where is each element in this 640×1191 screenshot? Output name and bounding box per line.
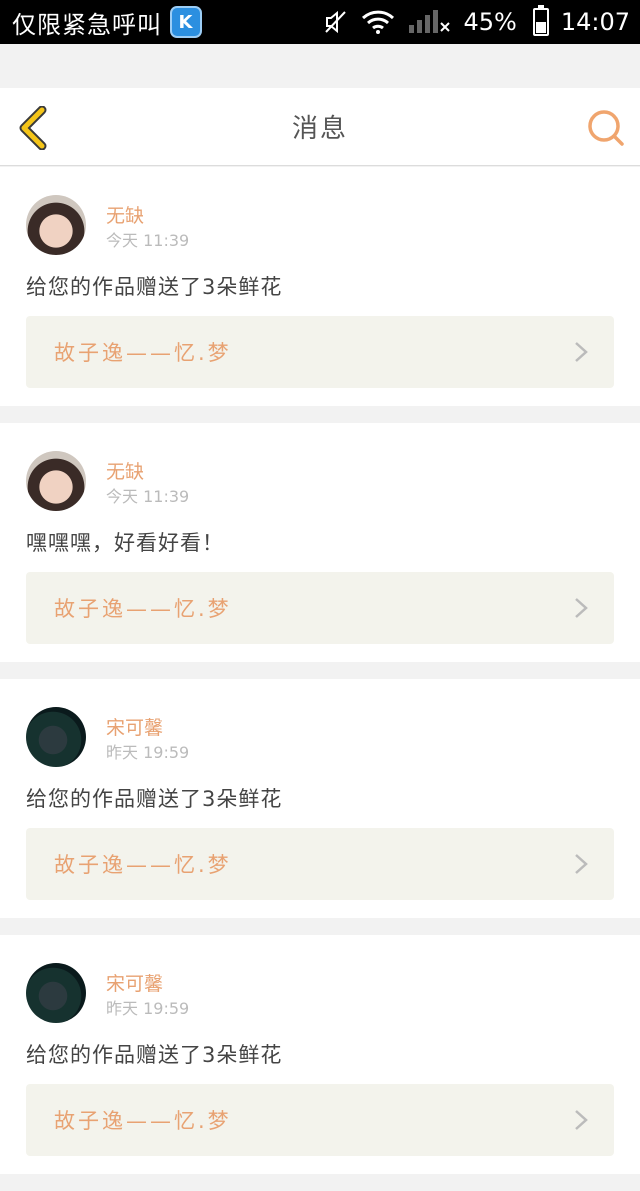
message-time: 今天 11:39: [106, 231, 190, 250]
carrier-text: 仅限紧急呼叫: [12, 10, 162, 39]
work-title: 故子逸——忆.梦: [54, 1109, 232, 1133]
chevron-right-icon: [575, 1110, 588, 1130]
search-icon: [588, 110, 624, 146]
work-link[interactable]: 故子逸——忆.梦: [26, 1084, 614, 1156]
chevron-right-icon: [575, 342, 588, 362]
signal-icon: [407, 9, 451, 35]
message-text: 嘿嘿嘿，好看好看！: [26, 531, 224, 555]
app-k-icon: K: [170, 6, 202, 38]
message-card: 无缺 今天 11:39 给您的作品赠送了3朵鲜花 故子逸——忆.梦: [0, 167, 640, 406]
clock: 14:07: [560, 8, 630, 36]
status-left: 仅限紧急呼叫 K: [12, 5, 202, 40]
message-card: 无缺 今天 11:39 嘿嘿嘿，好看好看！ 故子逸——忆.梦: [0, 423, 640, 662]
avatar[interactable]: [26, 707, 86, 767]
message-text: 给您的作品赠送了3朵鲜花: [26, 1043, 283, 1067]
user-name[interactable]: 宋可馨: [106, 969, 163, 996]
avatar[interactable]: [26, 963, 86, 1023]
work-link[interactable]: 故子逸——忆.梦: [26, 316, 614, 388]
status-bar: 仅限紧急呼叫 K 45% 14:07: [0, 0, 640, 44]
chevron-right-icon: [575, 854, 588, 874]
user-name[interactable]: 宋可馨: [106, 713, 163, 740]
work-title: 故子逸——忆.梦: [54, 341, 232, 365]
message-text: 给您的作品赠送了3朵鲜花: [26, 275, 283, 299]
user-name[interactable]: 无缺: [106, 457, 144, 484]
avatar[interactable]: [26, 195, 86, 255]
work-title: 故子逸——忆.梦: [54, 853, 232, 877]
message-card: 宋可馨 昨天 19:59 给您的作品赠送了3朵鲜花 故子逸——忆.梦: [0, 935, 640, 1174]
message-time: 今天 11:39: [106, 487, 190, 506]
message-time: 昨天 19:59: [106, 999, 190, 1018]
search-button[interactable]: [586, 108, 626, 148]
message-text: 给您的作品赠送了3朵鲜花: [26, 787, 283, 811]
user-name[interactable]: 无缺: [106, 201, 144, 228]
chevron-right-icon: [575, 598, 588, 618]
wifi-icon: [361, 9, 395, 35]
status-right: 45% 14:07: [323, 5, 630, 36]
avatar[interactable]: [26, 451, 86, 511]
battery-icon: [532, 5, 549, 36]
mute-icon: [323, 9, 349, 35]
battery-percent: 45%: [463, 8, 517, 36]
back-arrow-icon: [19, 105, 47, 151]
message-card: 宋可馨 昨天 19:59 给您的作品赠送了3朵鲜花 故子逸——忆.梦: [0, 679, 640, 918]
work-link[interactable]: 故子逸——忆.梦: [26, 572, 614, 644]
page-title: 消息: [291, 114, 348, 144]
header: 消息: [0, 88, 640, 166]
work-title: 故子逸——忆.梦: [54, 597, 232, 621]
message-list: 无缺 今天 11:39 给您的作品赠送了3朵鲜花 故子逸——忆.梦 无缺 今天 …: [0, 167, 640, 1191]
back-button[interactable]: [14, 105, 54, 151]
message-time: 昨天 19:59: [106, 743, 190, 762]
work-link[interactable]: 故子逸——忆.梦: [26, 828, 614, 900]
